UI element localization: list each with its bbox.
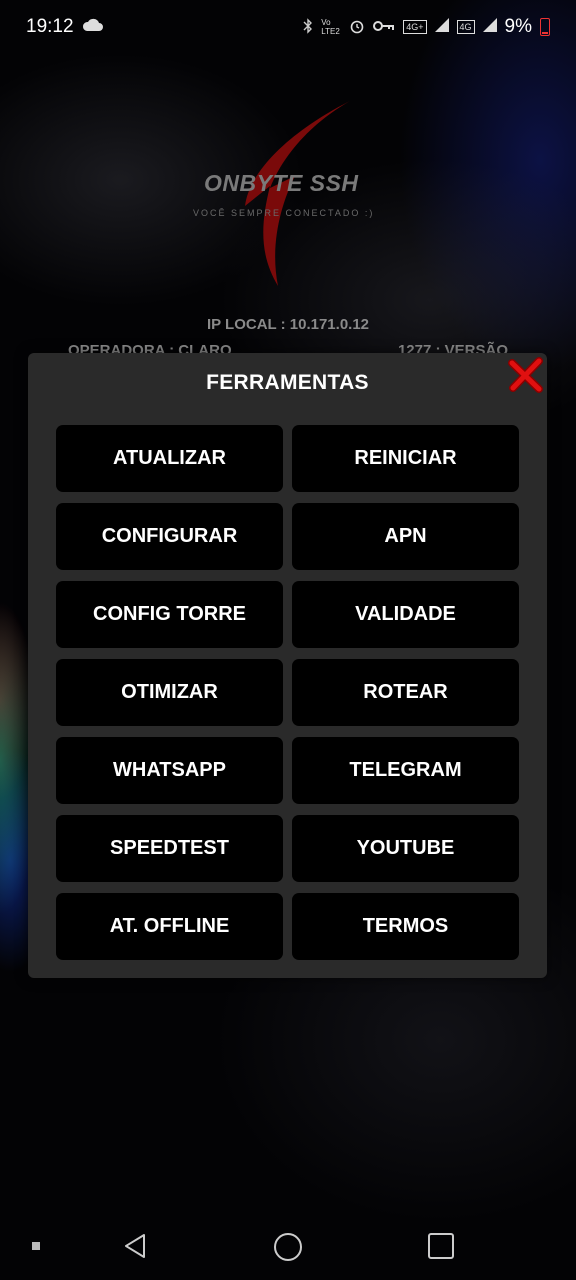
youtube-button[interactable]: YOUTUBE — [292, 815, 519, 882]
dialog-title: FERRAMENTAS — [206, 371, 369, 394]
bluetooth-icon — [303, 17, 313, 37]
cloud-icon — [82, 16, 104, 38]
signal-bars-icon — [434, 16, 449, 38]
battery-icon — [540, 18, 550, 36]
whatsapp-button[interactable]: WHATSAPP — [56, 737, 283, 804]
reiniciar-button[interactable]: REINICIAR — [292, 425, 519, 492]
otimizar-button[interactable]: OTIMIZAR — [56, 659, 283, 726]
termos-button[interactable]: TERMOS — [292, 893, 519, 960]
tools-dialog: FERRAMENTAS ATUALIZAR REINICIAR CONFIGUR… — [28, 353, 547, 978]
status-bar: 19:12 Vo LTE2 4G+ 4G 9% — [0, 0, 576, 54]
app-name: ONBYTE SSH — [204, 170, 359, 196]
at-offline-button[interactable]: AT. OFFLINE — [56, 893, 283, 960]
ip-local-label: IP LOCAL : 10.171.0.12 — [206, 316, 370, 333]
configurar-button[interactable]: CONFIGURAR — [56, 503, 283, 570]
telegram-button[interactable]: TELEGRAM — [292, 737, 519, 804]
nav-bar — [0, 1212, 576, 1280]
volte-icon: Vo LTE2 — [321, 18, 340, 36]
signal-4g-plus-icon: 4G+ — [403, 20, 427, 34]
recents-icon[interactable] — [428, 1233, 454, 1259]
tools-grid: ATUALIZAR REINICIAR CONFIGURAR APN CONFI… — [56, 425, 519, 960]
atualizar-button[interactable]: ATUALIZAR — [56, 425, 283, 492]
app-tagline: VOCÊ SEMPRE CONECTADO :) — [193, 208, 375, 218]
signal-4g-icon: 4G — [456, 20, 475, 34]
back-icon[interactable] — [122, 1232, 148, 1265]
alarm-icon — [349, 18, 365, 37]
rotear-button[interactable]: ROTEAR — [292, 659, 519, 726]
vpn-key-icon — [373, 19, 395, 35]
validade-button[interactable]: VALIDADE — [292, 581, 519, 648]
home-icon[interactable] — [274, 1233, 302, 1261]
config-torre-button[interactable]: CONFIG TORRE — [56, 581, 283, 648]
close-x-icon[interactable] — [506, 355, 546, 395]
menu-dot-icon[interactable] — [32, 1242, 40, 1250]
speedtest-button[interactable]: SPEEDTEST — [56, 815, 283, 882]
status-time: 19:12 — [26, 16, 74, 37]
apn-button[interactable]: APN — [292, 503, 519, 570]
signal-bars-icon-2 — [482, 16, 497, 38]
battery-level: 9% — [504, 16, 532, 37]
